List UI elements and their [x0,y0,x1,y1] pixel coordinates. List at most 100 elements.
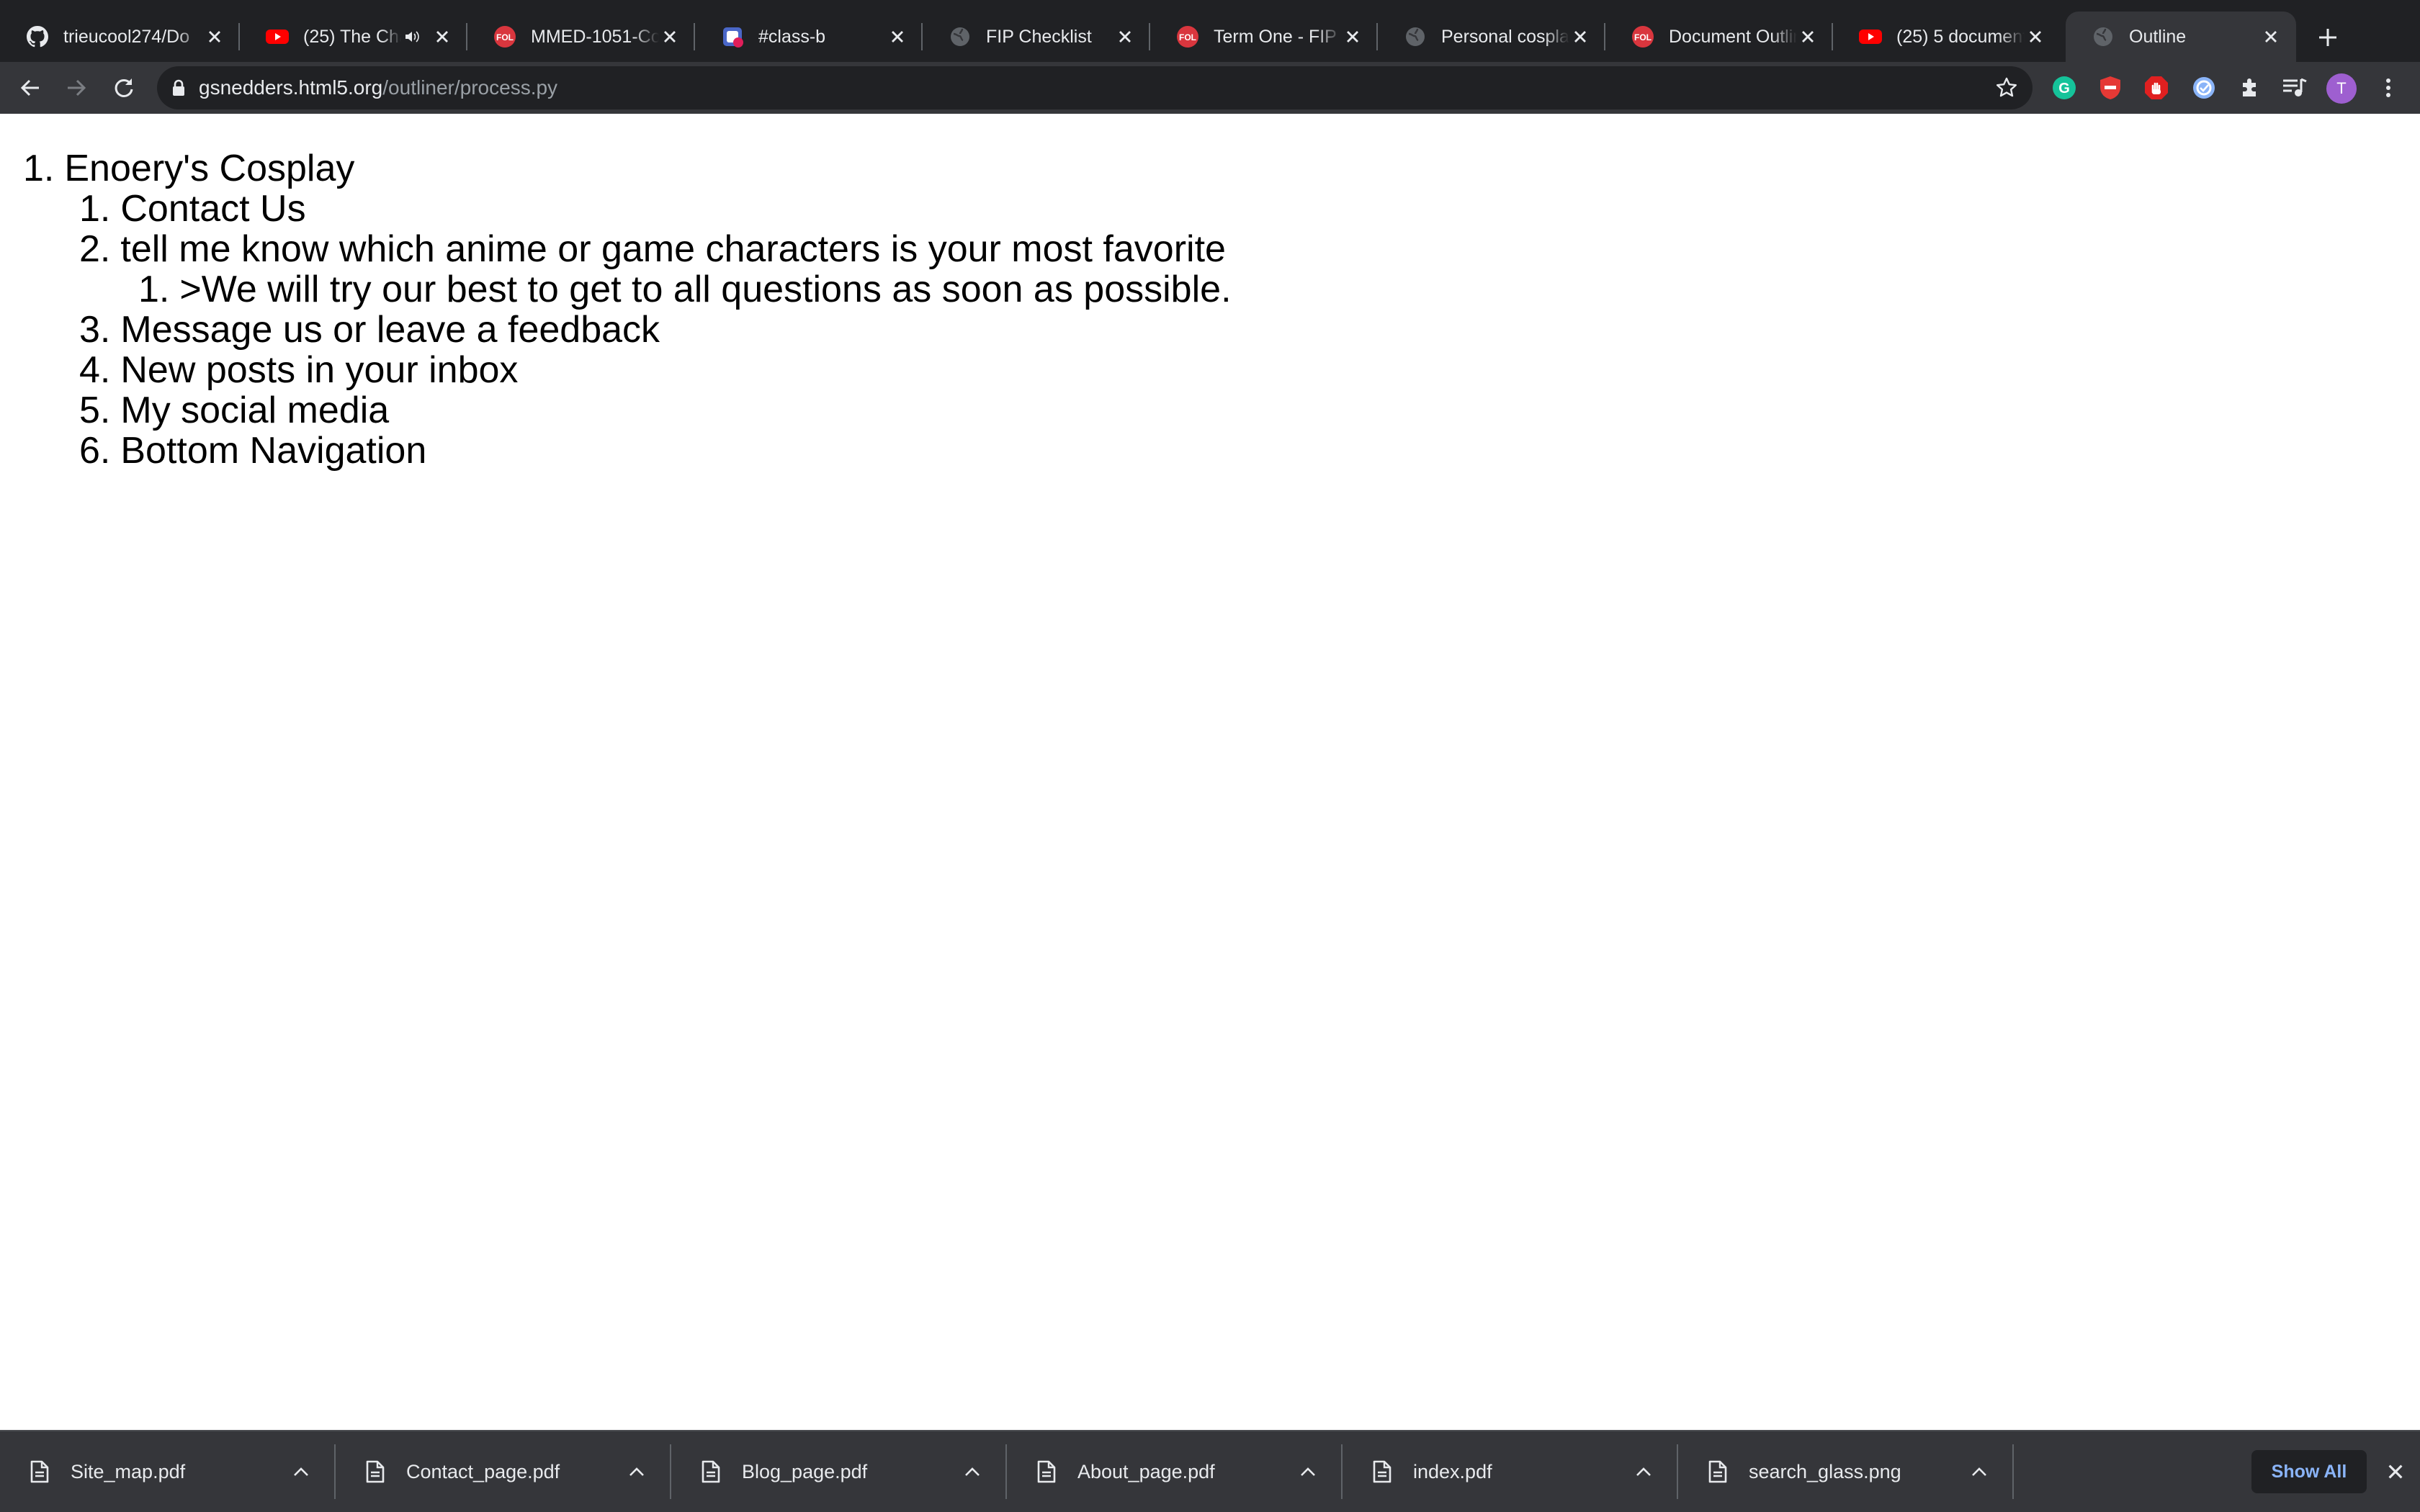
extensions-puzzle-icon[interactable] [2236,73,2264,102]
file-icon [1708,1460,1727,1483]
svg-text:FOL: FOL [496,32,514,42]
outline-number: 3. [79,309,111,351]
tab-title: (25) The Cha [303,26,401,47]
download-item[interactable]: About_page.pdf [1007,1431,1343,1512]
outline-heading: Contact Us [120,188,306,230]
url-host: gsnedders.html5.org [199,76,383,99]
globe-icon [949,25,972,48]
slack-icon [721,25,744,48]
close-icon[interactable] [1797,26,1819,48]
page-content: 1. Enoery's Cosplay 1. Contact Us 2. tell m… [0,114,2420,1430]
tab-mmed-1051[interactable]: FOL MMED-1051-Cou [467,12,695,62]
outline-item-level-1: 1. Enoery's Cosplay [23,148,354,189]
chevron-up-icon[interactable] [1965,1457,1994,1486]
speaker-icon[interactable] [401,26,423,48]
lock-icon[interactable] [171,79,186,96]
download-filename: index.pdf [1413,1460,1492,1482]
outline-item-level-2: 6. Bottom Navigation [79,431,426,471]
browser-toolbar: gsnedders.html5.org/outliner/process.py … [0,62,2420,114]
close-icon[interactable] [431,26,453,48]
tab-youtube-the-cha[interactable]: (25) The Cha [240,12,467,62]
back-button[interactable] [13,71,48,105]
arrow-left-icon [20,79,39,96]
download-item[interactable]: Contact_page.pdf [336,1431,671,1512]
chevron-up-icon[interactable] [287,1457,315,1486]
media-queue-icon[interactable] [2280,73,2309,102]
tab-title: #class-b [758,26,826,47]
chevron-up-icon[interactable] [622,1457,651,1486]
svg-text:FOL: FOL [1634,32,1652,42]
tab-fip-checklist[interactable]: FIP Checklist [923,12,1150,62]
bookmark-star-icon[interactable] [1994,75,2020,101]
outline-heading: New posts in your inbox [120,349,519,391]
tab-title: FIP Checklist [986,26,1092,47]
tab-github[interactable]: trieucool274/Do [0,12,240,62]
outline-item-level-3: 1. >We will try our best to get to all qu… [138,269,1232,310]
chevron-up-icon[interactable] [958,1457,987,1486]
outline-number: 1. [79,188,111,230]
chevron-up-icon[interactable] [1629,1457,1658,1486]
outline-number: 5. [79,390,111,431]
grammarly-extension-icon[interactable]: G [2050,73,2079,102]
outline-number: 6. [79,430,111,472]
tab-title: trieucool274/Do [63,26,190,47]
url-text[interactable]: gsnedders.html5.org/outliner/process.py [199,76,557,99]
outline-heading: tell me know which anime or game charact… [120,228,1226,270]
close-icon[interactable] [1342,26,1363,48]
download-item[interactable]: Blog_page.pdf [671,1431,1007,1512]
close-icon[interactable] [887,26,908,48]
arrow-right-icon [68,79,86,96]
file-icon [30,1460,49,1483]
more-menu-icon[interactable] [2374,73,2403,102]
close-icon[interactable] [2381,1457,2410,1486]
outline-item-level-2: 4. New posts in your inbox [79,350,518,390]
address-bar[interactable]: gsnedders.html5.org/outliner/process.py [157,66,2033,109]
github-icon [26,25,49,48]
outline-item-level-2: 3. Message us or leave a feedback [79,310,660,350]
outline-number: 2. [79,228,111,270]
show-all-button[interactable]: Show All [2251,1450,2367,1493]
tab-title: Term One - FIP - [1214,26,1342,47]
tab-manager-extension-icon[interactable] [2190,73,2218,102]
tab-document-outline[interactable]: FOL Document Outlin [1605,12,1833,62]
download-filename: search_glass.png [1749,1460,1901,1482]
url-path: /outliner/process.py [382,76,558,99]
fol-icon: FOL [1176,25,1199,48]
chevron-up-icon[interactable] [1294,1457,1322,1486]
tab-term-one-fip[interactable]: FOL Term One - FIP - [1150,12,1378,62]
tab-youtube-5-document[interactable]: (25) 5 document [1833,12,2061,62]
outline-item-level-2: 1. Contact Us [79,189,306,229]
close-icon[interactable] [2025,26,2046,48]
fol-icon: FOL [1631,25,1654,48]
outline-number: 4. [79,349,111,391]
outline-item-level-2: 2. tell me know which anime or game chara… [79,229,1226,269]
close-icon[interactable] [2260,26,2282,48]
download-divider [2012,1444,2014,1499]
forward-button[interactable] [59,71,94,105]
download-filename: Blog_page.pdf [742,1460,868,1482]
download-item[interactable]: Site_map.pdf [0,1431,336,1512]
fol-icon: FOL [493,25,516,48]
outline-heading: My social media [120,390,390,431]
outline-heading: Enoery's Cosplay [64,148,355,189]
outline-heading: Bottom Navigation [120,430,427,472]
shield-extension-icon[interactable] [2096,73,2125,102]
outline-heading: Message us or leave a feedback [120,309,660,351]
outline-heading: >We will try our best to get to all ques… [179,269,1232,310]
close-icon[interactable] [1569,26,1591,48]
new-tab-button[interactable] [2311,20,2345,55]
download-item[interactable]: search_glass.png [1678,1431,2014,1512]
adblock-hand-icon[interactable] [2142,73,2171,102]
profile-avatar[interactable]: T [2326,73,2357,104]
download-shelf: Site_map.pdf Contact_page.pdf Blog_page.… [0,1430,2420,1512]
tab-class-b[interactable]: #class-b [695,12,923,62]
tab-personal-cosplay[interactable]: Personal cosplay [1378,12,1605,62]
close-icon[interactable] [659,26,681,48]
download-item[interactable]: index.pdf [1343,1431,1678,1512]
close-icon[interactable] [1114,26,1136,48]
reload-button[interactable] [107,71,141,105]
close-icon[interactable] [204,26,225,48]
tab-outline-active[interactable]: Outline [2066,12,2296,62]
file-icon [1373,1460,1392,1483]
globe-icon [2092,25,2115,48]
